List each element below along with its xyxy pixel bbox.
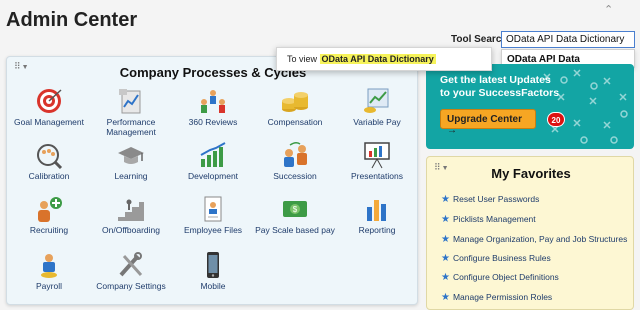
favorite-link[interactable]: Manage Permission Roles: [453, 292, 552, 302]
tile-payroll[interactable]: Payroll: [7, 251, 91, 291]
upgrade-center-button[interactable]: Upgrade Center →: [440, 109, 536, 136]
bar-report-icon: [367, 200, 386, 221]
tile-label: Goal Management: [14, 117, 84, 127]
favorites-panel: ⠿ ▼ My Favorites ★ Reset User Passwords ★ P…: [426, 156, 634, 310]
tile-recruiting[interactable]: Recruiting: [7, 195, 91, 235]
favorite-item[interactable]: ★ Manage Permission Roles: [441, 292, 552, 304]
add-person-icon: [38, 197, 62, 222]
tile-label: Payroll: [36, 281, 62, 291]
tile-label: Variable Pay: [353, 117, 401, 127]
upgrade-heading-line2: to your SuccessFactors: [440, 87, 560, 99]
succession-icon: [284, 141, 307, 167]
tile-learning[interactable]: Learning: [89, 141, 173, 181]
tile-label: Presentations: [351, 171, 403, 181]
chart-doc-icon: [119, 89, 141, 114]
tooltip-highlight: OData API Data Dictionary: [319, 54, 436, 64]
tile-reporting[interactable]: Reporting: [335, 195, 419, 235]
upgrade-banner: Get the latest Updates to your SuccessFa…: [426, 64, 634, 149]
admin-center-page: Admin Center ⌃ Tool Search OData API Dat…: [0, 0, 640, 310]
tile-variable-pay[interactable]: Variable Pay: [335, 87, 419, 127]
tile-360-reviews[interactable]: 360 Reviews: [171, 87, 255, 127]
favorite-item[interactable]: ★ Configure Object Definitions: [441, 272, 559, 284]
tile-goal-management[interactable]: Goal Management: [7, 87, 91, 127]
tile-performance-management[interactable]: Performance Management: [89, 87, 173, 137]
star-icon: ★: [441, 272, 450, 283]
mobile-phone-icon: [207, 252, 219, 278]
company-processes-panel: ⠿ ▼ Company Processes & Cycles Goal Manag…: [6, 56, 418, 305]
people-360-icon: [201, 90, 225, 113]
tile-company-settings[interactable]: Company Settings: [89, 251, 173, 291]
favorite-link[interactable]: Reset User Passwords: [453, 194, 539, 204]
favorite-link[interactable]: Configure Business Rules: [453, 253, 551, 263]
tile-label: Development: [187, 171, 239, 181]
tile-mobile[interactable]: Mobile: [171, 251, 255, 291]
page-title: Admin Center: [6, 9, 138, 31]
tile-label: 360 Reviews: [188, 117, 238, 127]
star-icon: ★: [441, 253, 450, 264]
favorite-link[interactable]: Picklists Management: [453, 214, 536, 224]
tool-search-input[interactable]: [501, 31, 635, 48]
chevron-up-icon[interactable]: ⌃: [604, 3, 613, 16]
tile-on-offboarding[interactable]: On/Offboarding: [89, 195, 173, 235]
tile-compensation[interactable]: Compensation: [253, 87, 337, 127]
tile-label: Compensation: [267, 117, 323, 127]
favorite-item[interactable]: ★ Manage Organization, Pay and Job Struct…: [441, 234, 627, 246]
tile-label: Performance Management: [106, 117, 156, 137]
employee-file-icon: [204, 196, 222, 222]
tile-label: Employee Files: [183, 225, 243, 235]
tile-calibration[interactable]: Calibration: [7, 141, 91, 181]
stairs-person-icon: [118, 199, 144, 221]
calibration-icon: [37, 144, 63, 169]
presentation-board-icon: [364, 142, 390, 169]
graduation-cap-icon: [118, 147, 144, 164]
favorite-link[interactable]: Manage Organization, Pay and Job Structu…: [453, 234, 627, 244]
tooltip: To view OData API Data Dictionary: [276, 47, 492, 71]
star-icon: ★: [441, 214, 450, 225]
favorites-title: My Favorites: [491, 166, 571, 181]
tile-label: On/Offboarding: [102, 225, 160, 235]
tile-label: Calibration: [28, 171, 70, 181]
upgrade-heading-line1: Get the latest Updates: [440, 74, 551, 86]
star-icon: ★: [441, 292, 450, 303]
favorite-item[interactable]: ★ Reset User Passwords: [441, 194, 539, 206]
tools-icon: [119, 252, 143, 277]
star-icon: ★: [441, 234, 450, 245]
tile-label: Company Settings: [96, 281, 166, 291]
upgrade-count-badge: 20: [547, 112, 565, 127]
target-icon: [37, 89, 62, 113]
svg-text:$: $: [293, 205, 298, 214]
tile-label: Recruiting: [29, 225, 69, 235]
growth-chart-icon: [200, 142, 226, 167]
tile-label: Pay Scale based pay: [255, 225, 335, 235]
tile-succession[interactable]: Succession: [253, 141, 337, 181]
favorite-item[interactable]: ★ Picklists Management: [441, 214, 536, 226]
star-icon: ★: [441, 194, 450, 205]
tile-label: Learning: [114, 171, 148, 181]
favorite-link[interactable]: Configure Object Definitions: [453, 272, 559, 282]
tile-label: Mobile: [200, 281, 226, 291]
tool-search-label: Tool Search: [451, 34, 508, 45]
tooltip-prefix: To view: [287, 54, 318, 64]
tile-label: Reporting: [358, 225, 396, 235]
tile-label: Succession: [273, 171, 317, 181]
coins-icon: [282, 92, 308, 112]
pay-scale-icon: $: [283, 201, 307, 217]
payroll-icon: [41, 254, 57, 278]
tile-employee-files[interactable]: Employee Files: [171, 195, 255, 235]
variable-pay-icon: [364, 88, 389, 113]
tile-presentations[interactable]: Presentations: [335, 141, 419, 181]
tile-development[interactable]: Development: [171, 141, 255, 181]
favorite-item[interactable]: ★ Configure Business Rules: [441, 253, 551, 265]
tile-pay-scale[interactable]: $ Pay Scale based pay: [253, 195, 337, 235]
